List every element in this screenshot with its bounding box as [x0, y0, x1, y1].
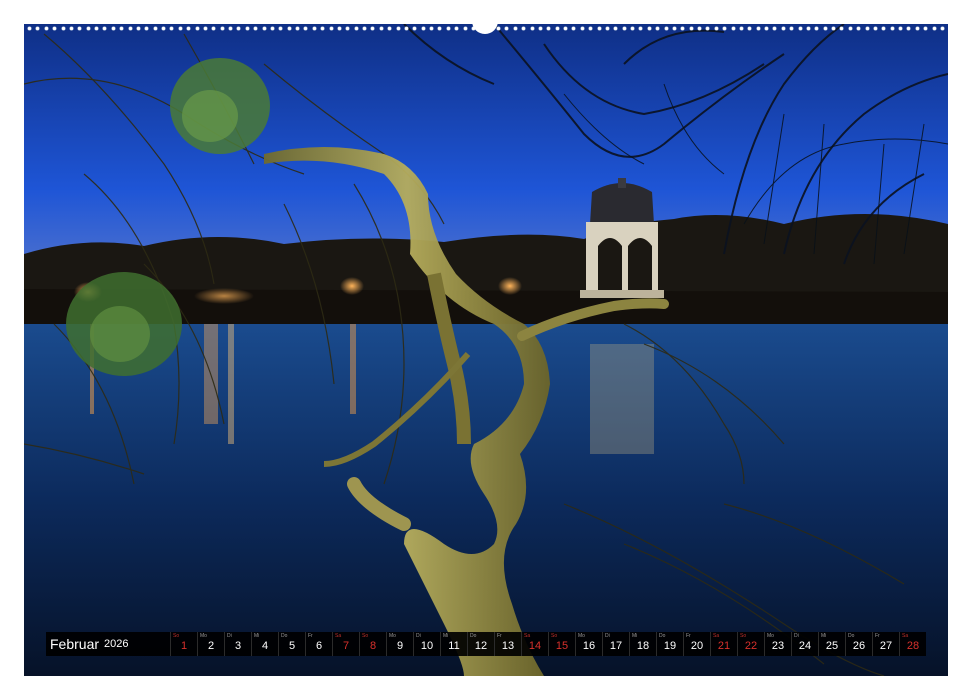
- weekday-label: Do: [281, 633, 288, 639]
- day-cell: Do 19: [656, 632, 683, 656]
- day-number: 8: [369, 640, 377, 652]
- day-cell: Di 10: [413, 632, 440, 656]
- weekday-label: Sa: [902, 633, 909, 639]
- day-cell: Mo 2: [197, 632, 224, 656]
- weekday-label: Mo: [767, 633, 774, 639]
- day-cell: Fr 6: [305, 632, 332, 656]
- weekday-label: Di: [416, 633, 421, 639]
- weekday-label: Fr: [686, 633, 691, 639]
- day-cell: Di 3: [224, 632, 251, 656]
- day-cell: So 8: [359, 632, 386, 656]
- weekday-label: Mi: [821, 633, 827, 639]
- day-cell: Fr 27: [872, 632, 899, 656]
- day-number: 4: [261, 640, 269, 652]
- weekday-label: So: [173, 633, 180, 639]
- day-cell: Mi 4: [251, 632, 278, 656]
- day-number: 22: [744, 640, 758, 652]
- day-cell: Mo 9: [386, 632, 413, 656]
- weekday-label: Fr: [308, 633, 313, 639]
- day-number: 9: [396, 640, 404, 652]
- day-cell: Fr 20: [683, 632, 710, 656]
- day-cell: Fr 13: [494, 632, 521, 656]
- day-cell: Di 17: [602, 632, 629, 656]
- month-name: Februar: [50, 636, 100, 652]
- day-row: So 1 Mo 2 Di 3 Mi 4 Do 5 Fr 6 Sa 7 So 8 Mo 9 Di 10 Mi 11 Do 12 F…: [170, 632, 926, 656]
- day-cell: Di 24: [791, 632, 818, 656]
- day-number: 2: [207, 640, 215, 652]
- weekday-label: Di: [227, 633, 232, 639]
- day-cell: Mi 11: [440, 632, 467, 656]
- day-cell: Mo 23: [764, 632, 791, 656]
- day-number: 7: [342, 640, 350, 652]
- weekday-label: Fr: [497, 633, 502, 639]
- weekday-label: Di: [794, 633, 799, 639]
- day-cell: Do 26: [845, 632, 872, 656]
- weekday-label: Di: [605, 633, 610, 639]
- weekday-label: Mi: [632, 633, 638, 639]
- weekday-label: Mo: [389, 633, 396, 639]
- day-number: 12: [474, 640, 488, 652]
- day-number: 20: [690, 640, 704, 652]
- day-number: 14: [528, 640, 542, 652]
- day-number: 18: [636, 640, 650, 652]
- weekday-label: Mo: [578, 633, 585, 639]
- day-cell: Do 12: [467, 632, 494, 656]
- month-year: 2026: [104, 638, 129, 650]
- weekday-label: So: [740, 633, 747, 639]
- day-cell: Sa 14: [521, 632, 548, 656]
- day-number: 23: [771, 640, 785, 652]
- night-lake-photo: [24, 24, 948, 676]
- day-cell: Sa 28: [899, 632, 926, 656]
- weekday-label: So: [362, 633, 369, 639]
- calendar-strip: Februar 2026 So 1 Mo 2 Di 3 Mi 4 Do 5 Fr 6 Sa 7 So 8 Mo 9…: [46, 632, 926, 656]
- day-number: 3: [234, 640, 242, 652]
- day-number: 13: [501, 640, 515, 652]
- day-number: 25: [825, 640, 839, 652]
- day-number: 11: [448, 640, 460, 652]
- day-cell: Mi 25: [818, 632, 845, 656]
- weekday-label: Do: [470, 633, 477, 639]
- weekday-label: Mi: [254, 633, 260, 639]
- weekday-label: Do: [659, 633, 666, 639]
- day-cell: Sa 21: [710, 632, 737, 656]
- day-number: 6: [315, 640, 323, 652]
- day-cell: So 1: [170, 632, 197, 656]
- weekday-label: Sa: [524, 633, 531, 639]
- day-cell: Mi 18: [629, 632, 656, 656]
- weekday-label: Sa: [713, 633, 720, 639]
- day-cell: Sa 7: [332, 632, 359, 656]
- day-cell: So 22: [737, 632, 764, 656]
- day-cell: Do 5: [278, 632, 305, 656]
- day-number: 26: [852, 640, 866, 652]
- day-number: 17: [609, 640, 623, 652]
- day-cell: Mo 16: [575, 632, 602, 656]
- day-number: 19: [663, 640, 677, 652]
- weekday-label: Fr: [875, 633, 880, 639]
- day-number: 21: [717, 640, 731, 652]
- calendar-page: [24, 24, 948, 676]
- day-number: 15: [555, 640, 569, 652]
- weekday-label: Mo: [200, 633, 207, 639]
- weekday-label: Sa: [335, 633, 342, 639]
- day-number: 16: [582, 640, 596, 652]
- day-number: 5: [288, 640, 296, 652]
- day-number: 27: [879, 640, 893, 652]
- month-header: Februar 2026: [46, 632, 170, 656]
- weekday-label: So: [551, 633, 558, 639]
- weekday-label: Do: [848, 633, 855, 639]
- day-cell: So 15: [548, 632, 575, 656]
- day-number: 28: [906, 640, 920, 652]
- day-number: 24: [798, 640, 812, 652]
- day-number: 1: [180, 640, 188, 652]
- weekday-label: Mi: [443, 633, 449, 639]
- day-number: 10: [420, 640, 434, 652]
